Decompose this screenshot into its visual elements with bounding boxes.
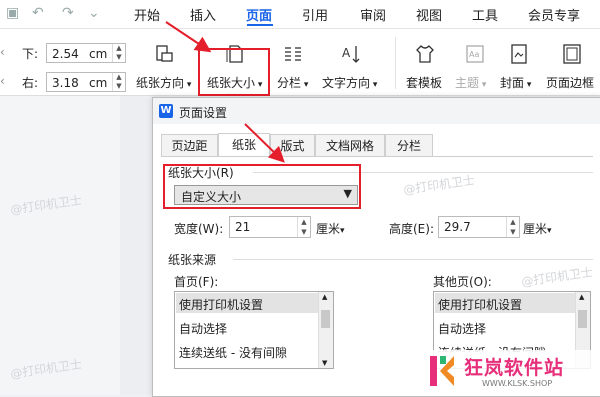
arrow-to-paper-tab [244,123,285,163]
annotation-arrows [165,21,285,163]
arrow-to-paper-size [165,21,212,53]
